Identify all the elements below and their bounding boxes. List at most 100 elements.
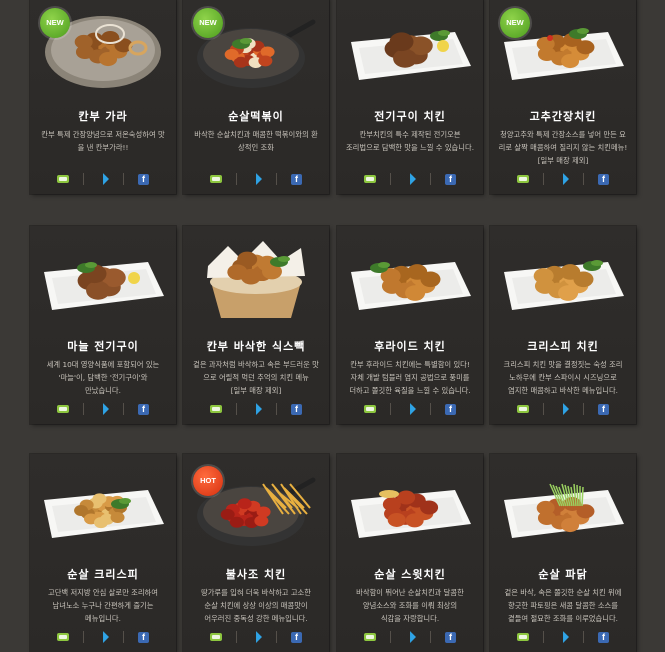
divider (123, 173, 124, 185)
facebook-icon[interactable]: f (445, 173, 456, 185)
blog-icon[interactable] (364, 405, 376, 413)
divider (236, 631, 237, 643)
menu-title[interactable]: 마늘 전기구이 (30, 338, 176, 354)
blog-icon[interactable] (364, 633, 376, 641)
facebook-icon[interactable]: f (445, 403, 456, 415)
menu-card[interactable]: 크리스피 치킨크리스피 치킨 맛을 결정짓는 숙성 조리 노하우에 칸부 스파이시… (490, 226, 636, 424)
new-badge: NEW (500, 8, 530, 38)
menu-title[interactable]: 크리스피 치킨 (490, 338, 636, 354)
menu-card[interactable]: NEW 순살떡볶이 바삭한 순살치킨과 매콤한 떡볶이와의 환 상적인 조화 ◤ f (183, 0, 329, 194)
twitter-icon[interactable]: ◤ (249, 629, 265, 645)
blog-icon[interactable] (517, 633, 529, 641)
menu-photo[interactable] (337, 226, 483, 322)
menu-title[interactable]: 칸부 가라 (30, 108, 176, 124)
menu-title[interactable]: 불사조 치킨 (183, 566, 329, 582)
menu-description-line: 을 낸 칸부가라!! (77, 143, 129, 152)
twitter-icon[interactable]: ◤ (96, 171, 112, 187)
twitter-icon[interactable]: ◤ (556, 629, 572, 645)
blog-icon[interactable] (517, 175, 529, 183)
facebook-icon[interactable]: f (138, 631, 149, 643)
menu-photo[interactable] (30, 454, 176, 550)
menu-description: 바삭함이 뛰어난 순살치킨과 달콤한 양념소스와 조화를 이뤄 최상의 식감을 자랑… (343, 586, 477, 625)
menu-description-line: 노하우에 칸부 스파이시 시즈닝으로 (509, 373, 617, 382)
menu-photo[interactable] (337, 0, 483, 92)
divider (276, 631, 277, 643)
menu-title[interactable]: 순살떡볶이 (183, 108, 329, 124)
twitter-icon[interactable]: ◤ (403, 401, 419, 417)
blog-icon[interactable] (210, 175, 222, 183)
menu-card[interactable]: 마늘 전기구이 세계 10대 영양식품에 포함되어 있는 '마늘'이, 담백한 '전… (30, 226, 176, 424)
facebook-icon[interactable]: f (291, 403, 302, 415)
blog-icon[interactable] (364, 175, 376, 183)
menu-description-line: 향긋한 파토핑은 새콤 달콤한 소스를 (508, 601, 618, 610)
menu-title[interactable]: 고추간장치킨 (490, 108, 636, 124)
twitter-icon[interactable]: ◤ (96, 629, 112, 645)
divider (543, 173, 544, 185)
divider (543, 631, 544, 643)
twitter-icon[interactable]: ◤ (249, 401, 265, 417)
facebook-icon[interactable]: f (138, 403, 149, 415)
menu-description-line: [일부 매장 제외] (537, 156, 589, 165)
facebook-icon[interactable]: f (445, 631, 456, 643)
menu-card[interactable]: 순살 스윗치킨바삭함이 뛰어난 순살치킨과 달콤한 양념소스와 조화를 이뤄 최상… (337, 454, 483, 652)
twitter-icon[interactable]: ◤ (403, 629, 419, 645)
menu-description-line: 순살 치킨에 상상 이상의 매콤맛이 (204, 601, 308, 610)
menu-card[interactable]: 칸부 바삭한 식스빽 겉은 과자처럼 바삭하고 속은 부드러운 맛 으로 어릴적 먹… (183, 226, 329, 424)
divider (83, 403, 84, 415)
blog-icon[interactable] (210, 405, 222, 413)
blog-icon[interactable] (57, 175, 69, 183)
facebook-icon[interactable]: f (598, 173, 609, 185)
menu-description-line: 청양고추와 특제 간장소스를 넣어 만든 요 (500, 130, 626, 139)
menu-title[interactable]: 순살 파닭 (490, 566, 636, 582)
divider (390, 631, 391, 643)
facebook-icon[interactable]: f (291, 631, 302, 643)
divider (543, 403, 544, 415)
divider (276, 403, 277, 415)
menu-photo[interactable] (30, 226, 176, 322)
menu-description-line: 남녀노소 누구나 간편하게 즐기는 (52, 601, 154, 610)
divider (236, 173, 237, 185)
blog-icon[interactable] (57, 405, 69, 413)
share-bar: ◤ f (490, 629, 636, 645)
menu-description-line: 곁들여 절묘한 조화를 이루었습니다. (508, 614, 618, 623)
menu-title[interactable]: 칸부 바삭한 식스빽 (183, 338, 329, 354)
menu-title[interactable]: 전기구이 치킨 (337, 108, 483, 124)
menu-card[interactable]: 순살 파닭겉은 바삭, 속은 쫄깃한 순살 치킨 위에 향긋한 파토핑은 새콤 달… (490, 454, 636, 652)
menu-description-line: 상적인 조화 (238, 143, 274, 152)
menu-title[interactable]: 후라이드 치킨 (337, 338, 483, 354)
menu-description-line: 고단백 저지방 안심 살로만 조리하여 (48, 588, 158, 597)
menu-card[interactable]: 순살 크리스피고단백 저지방 안심 살로만 조리하여남녀노소 누구나 간편하게 … (30, 454, 176, 652)
menu-photo[interactable] (490, 226, 636, 322)
menu-card[interactable]: HOT 불사조 치킨 땅가루를 입혀 더욱 바삭하고 고소한 순살 치킨에 상상 이상… (183, 454, 329, 652)
menu-description: 겉은 바삭, 속은 쫄깃한 순살 치킨 위에 향긋한 파토핑은 새콤 달콤한 소스… (496, 586, 630, 625)
menu-card[interactable]: NEW 칸부 가라 칸부 특제 간장양념으로 저온숙성하여 맛을 낸 칸부가라!! ◤… (30, 0, 176, 194)
divider (83, 631, 84, 643)
blog-icon[interactable] (517, 405, 529, 413)
facebook-icon[interactable]: f (291, 173, 302, 185)
menu-description: 크리스피 치킨 맛을 결정짓는 숙성 조리 노하우에 칸부 스파이시 시즈닝으로 염… (496, 358, 630, 397)
menu-description-line: 세계 10대 영양식품에 포함되어 있는 (46, 360, 160, 369)
menu-photo[interactable] (337, 454, 483, 550)
share-bar: ◤ f (30, 401, 176, 417)
twitter-icon[interactable]: ◤ (249, 171, 265, 187)
menu-card[interactable]: 전기구이 치킨 칸부치킨의 특수 제작된 전기오븐 조리법으로 담백한 맛을 느낄 … (337, 0, 483, 194)
menu-card[interactable]: 후라이드 치킨 칸부 후라이드 치킨에는 특별함이 있다! 자체 개발 텀블러 염지… (337, 226, 483, 424)
twitter-icon[interactable]: ◤ (556, 401, 572, 417)
twitter-icon[interactable]: ◤ (403, 171, 419, 187)
menu-description-line: 양념소스와 조화를 이뤄 최상의 (362, 601, 458, 610)
blog-icon[interactable] (57, 633, 69, 641)
share-bar: ◤ f (490, 401, 636, 417)
menu-description-line: 겉은 과자처럼 바삭하고 속은 부드러운 맛 (193, 360, 319, 369)
menu-photo[interactable] (183, 226, 329, 322)
facebook-icon[interactable]: f (138, 173, 149, 185)
facebook-icon[interactable]: f (598, 403, 609, 415)
menu-photo[interactable] (490, 454, 636, 550)
menu-card[interactable]: NEW 고추간장치킨 청양고추와 특제 간장소스를 넣어 만든 요 리로 살짝 매콤하… (490, 0, 636, 194)
menu-title[interactable]: 순살 스윗치킨 (337, 566, 483, 582)
blog-icon[interactable] (210, 633, 222, 641)
facebook-icon[interactable]: f (598, 631, 609, 643)
menu-title[interactable]: 순살 크리스피 (30, 566, 176, 582)
share-bar: ◤ f (183, 401, 329, 417)
twitter-icon[interactable]: ◤ (556, 171, 572, 187)
twitter-icon[interactable]: ◤ (96, 401, 112, 417)
